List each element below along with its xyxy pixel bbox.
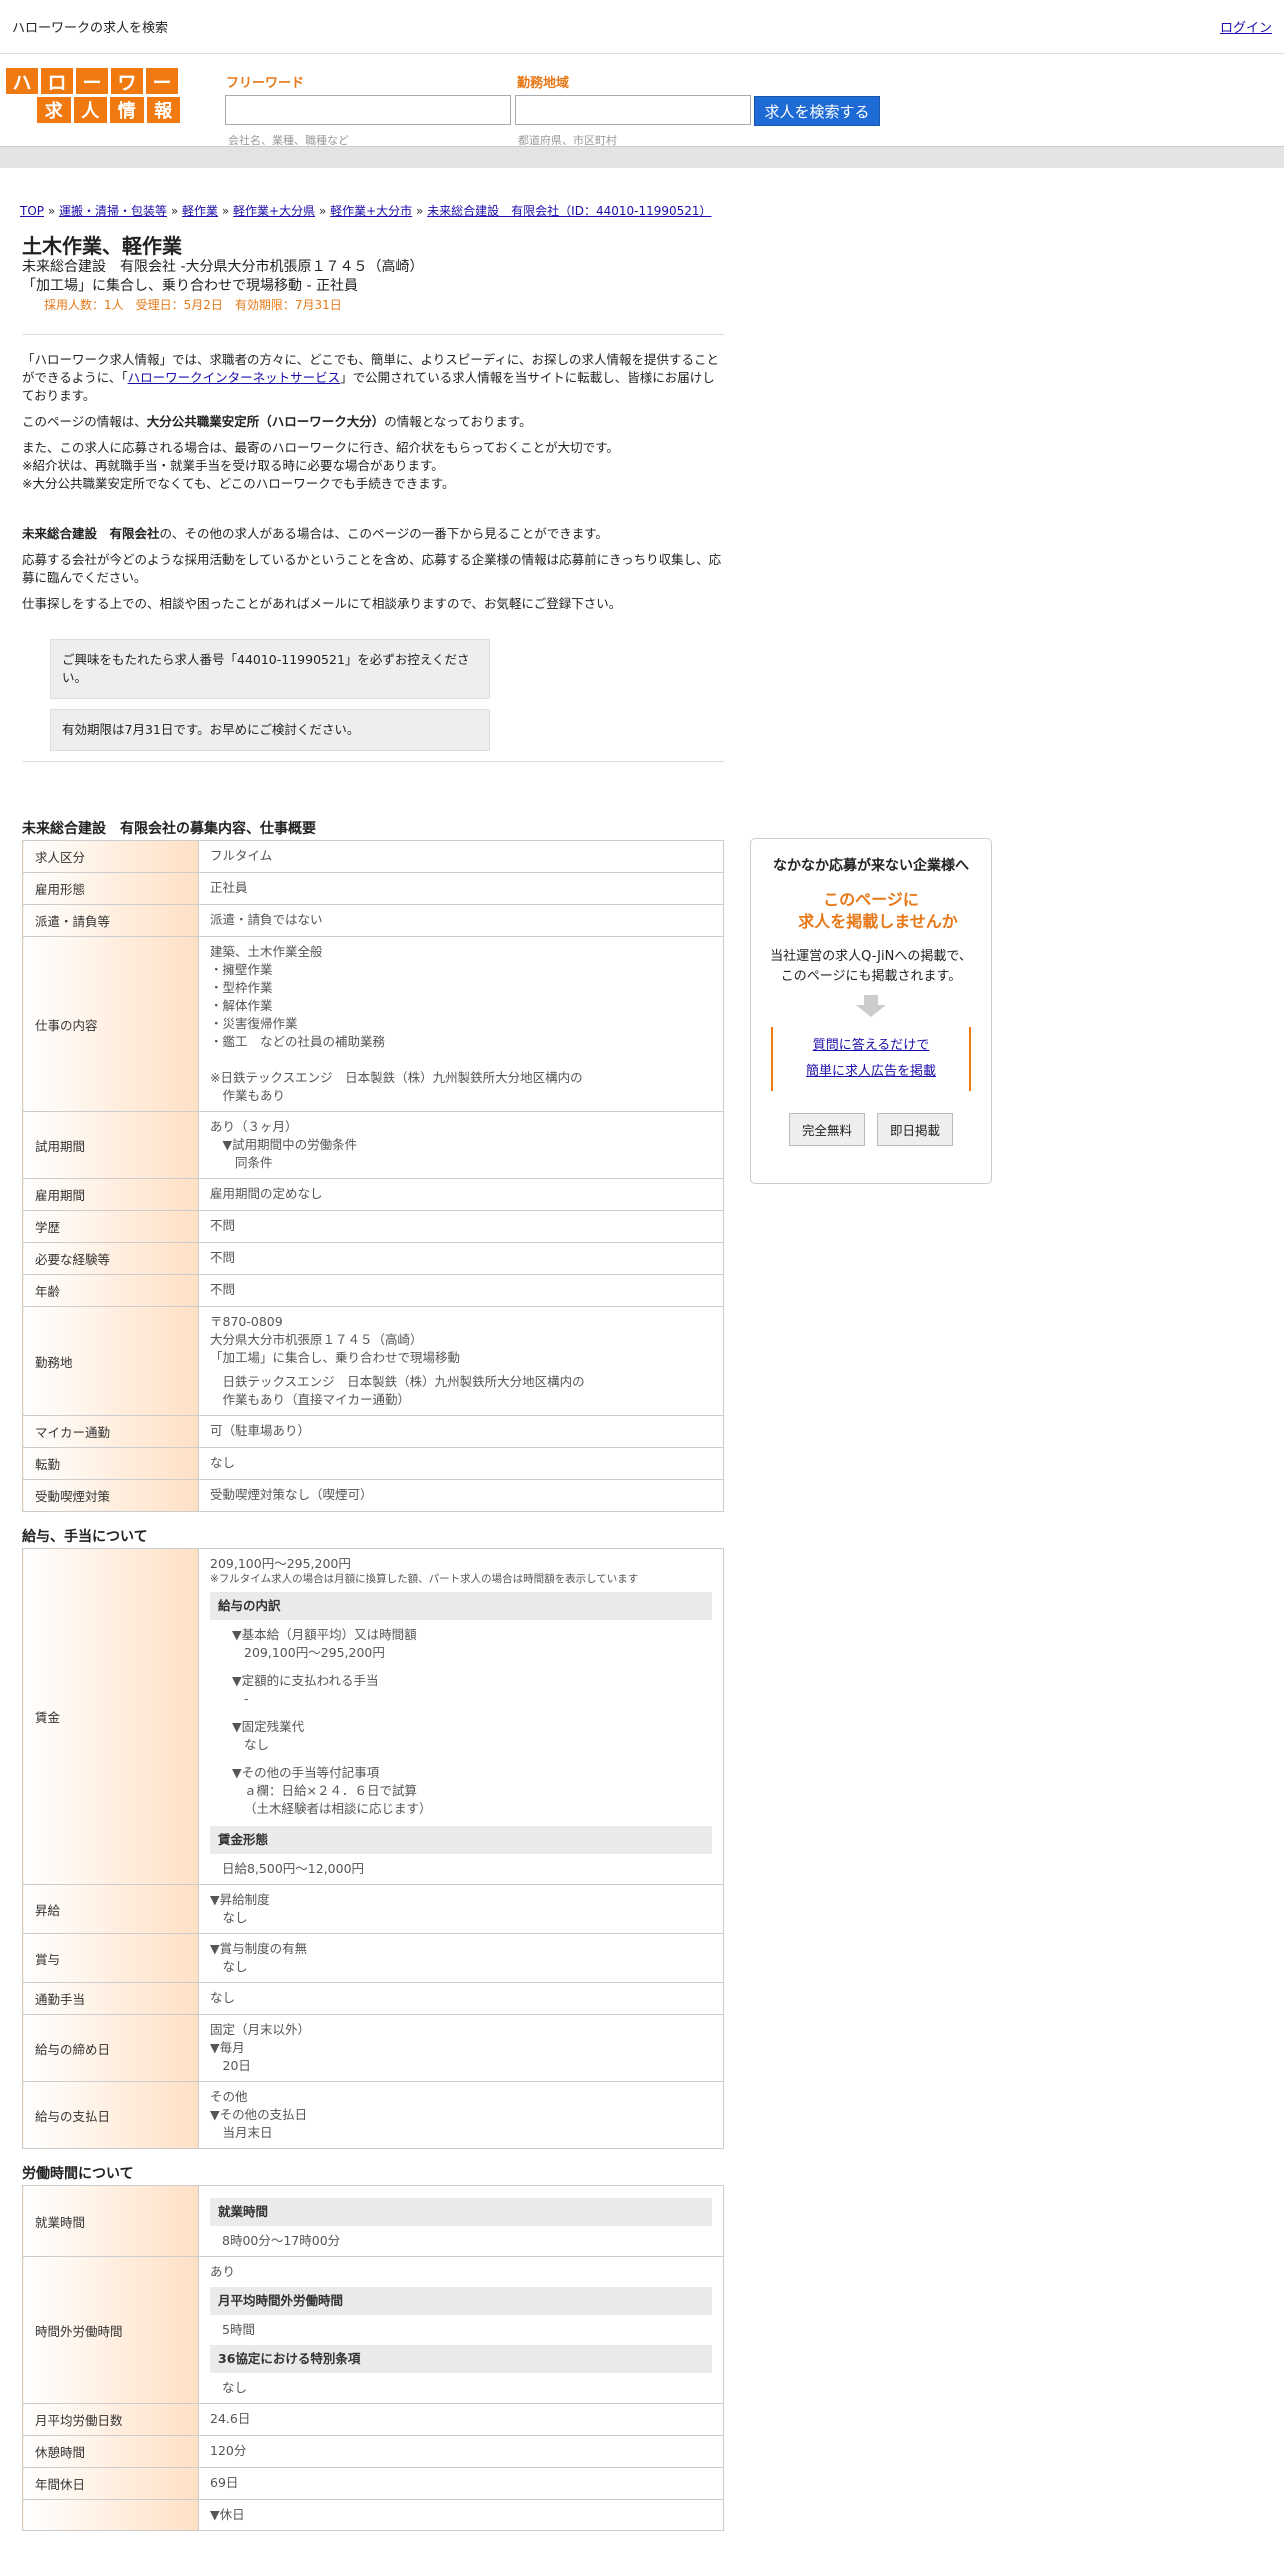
logo-char: ー	[76, 68, 108, 94]
hellowork-internet-link[interactable]: ハローワークインターネットサービス	[128, 370, 341, 385]
breadcrumb-prefecture[interactable]: 軽作業+大分県	[233, 204, 315, 218]
table-row: 就業時間 就業時間 8時00分〜17時00分	[22, 2185, 724, 2257]
job-subtitle: 「加工場」に集合し、乗り合わせで現場移動 - 正社員	[22, 278, 358, 294]
company-line: 未来総合建設 有限会社 -大分県大分市机張原１７４５（高崎）	[22, 259, 424, 275]
table-row: 給与の支払日 その他 ▼その他の支払日 当月末日	[22, 2081, 724, 2149]
area-label: 勤務地域	[517, 76, 570, 91]
table-row: 勤務地 〒870-0809 大分県大分市机張原１７４５（高崎） 「加工場」に集合し、乗…	[22, 1306, 724, 1416]
advertise-links: 質問に答えるだけで 簡単に求人広告を掲載	[771, 1027, 971, 1091]
logo-char: 求	[37, 97, 71, 123]
salary-table: 賃金 209,100円〜295,200円 ※フルタイム求人の場合は月額に換算した…	[22, 1548, 724, 2149]
breadcrumb-sep: »	[221, 204, 230, 218]
breadcrumb-sep: »	[47, 204, 56, 218]
table-row: 必要な経験等 不問	[22, 1242, 724, 1275]
table-row: 昇給 ▼昇給制度 なし	[22, 1884, 724, 1934]
breadcrumb-sep: »	[170, 204, 179, 218]
section-heading-overview: 未来総合建設 有限会社の募集内容、仕事概要	[22, 821, 316, 837]
table-row: 賃金 209,100円〜295,200円 ※フルタイム求人の場合は月額に換算した…	[22, 1548, 724, 1885]
advertise-headline: このページに 求人を掲載しませんか	[798, 890, 958, 931]
advertise-link-post[interactable]: 簡単に求人広告を掲載	[773, 1059, 969, 1085]
freeword-input[interactable]	[225, 95, 511, 125]
divider	[22, 761, 724, 762]
top-bar: ハローワークの求人を検索 ログイン	[0, 0, 1284, 54]
freeword-label: フリーワード	[226, 76, 305, 91]
notice-job-number: ご興味をもたれたら求人番号「44010-11990521」を必ずお控えください。	[50, 639, 490, 699]
logo-char: ロ	[41, 68, 73, 94]
table-row: ▼休日	[22, 2499, 724, 2531]
site-title: ハローワークの求人を検索	[12, 21, 169, 36]
breadcrumb-sep: »	[318, 204, 327, 218]
table-row: 賞与 ▼賞与制度の有無 なし	[22, 1933, 724, 1983]
table-row: 休憩時間 120分	[22, 2435, 724, 2468]
notice-expiry: 有効期限は7月31日です。お早めにご検討ください。	[50, 709, 490, 751]
breadcrumb-sep: »	[416, 204, 424, 218]
table-row: 通勤手当 なし	[22, 1982, 724, 2015]
advertise-desc: 当社運営の求人Q-JiNへの掲載で、 このページにも掲載されます。	[770, 949, 972, 984]
divider	[22, 334, 724, 335]
section-heading-hours: 労働時間について	[22, 2166, 134, 2182]
overview-table: 求人区分 フルタイム 雇用形態 正社員 派遣・請負等 派遣・請負ではない 仕事の内容建…	[22, 840, 724, 1512]
arrow-down-icon	[856, 995, 886, 1017]
job-title: 土木作業、軽作業	[22, 234, 182, 258]
table-row: 給与の締め日 固定（月末以外） ▼毎月 20日	[22, 2014, 724, 2082]
logo-char: ハ	[6, 68, 38, 94]
logo-char: 人	[73, 97, 107, 123]
section-heading-salary: 給与、手当について	[22, 1529, 148, 1545]
area-placeholder: 都道府県、市区町村	[518, 134, 617, 147]
table-row: 時間外労働時間 あり 月平均時間外労働時間 5時間 36協定における特別条項 なし	[22, 2256, 724, 2404]
advertise-box: なかなか応募が来ない企業様へ このページに 求人を掲載しませんか 当社運営の求人Q…	[750, 838, 992, 1184]
breadcrumb-occupation[interactable]: 軽作業	[182, 204, 218, 218]
divider-bar	[0, 146, 1284, 168]
table-row: 学歴 不問	[22, 1210, 724, 1243]
apply-paragraph: また、この求人に応募される場合は、最寄のハローワークに行き、紹介状をもらっておく…	[22, 440, 619, 491]
intro-paragraph: 「ハローワーク求人情報」では、求職者の方々に、どこでも、簡単に、よりスピーディに…	[22, 352, 720, 403]
table-row: 仕事の内容 建築、土木作業全般 ・擁壁作業 ・型枠作業 ・解体作業 ・災害復帰作業 ・鑑工 …	[22, 936, 724, 1112]
login-link[interactable]: ログイン	[1220, 17, 1272, 36]
table-row: 受動喫煙対策 受動喫煙対策なし（喫煙可）	[22, 1479, 724, 1512]
logo-char: ー	[146, 68, 178, 94]
table-row: 派遣・請負等 派遣・請負ではない	[22, 904, 724, 937]
advertise-buttons: 完全無料 即日掲載	[751, 1113, 991, 1146]
breadcrumb: TOP » 運搬・清掃・包装等 » 軽作業 » 軽作業+大分県 » 軽作業+大分…	[0, 168, 1284, 220]
breadcrumb-city[interactable]: 軽作業+大分市	[330, 204, 412, 218]
consult-paragraph: 仕事探しをする上での、相談や困ったことがあればメールにて相談承りますので、お気軽…	[22, 596, 622, 611]
table-row: 求人区分 フルタイム	[22, 840, 724, 873]
table-row: 月平均労働日数 24.6日	[22, 2403, 724, 2436]
table-row: マイカー通勤 可（駐車場あり）	[22, 1415, 724, 1448]
table-row: 転勤 なし	[22, 1447, 724, 1480]
breadcrumb-top[interactable]: TOP	[20, 204, 44, 218]
table-row: 年間休日 69日	[22, 2467, 724, 2500]
breadcrumb-category[interactable]: 運搬・清掃・包装等	[59, 204, 167, 218]
breadcrumb-company[interactable]: 未来総合建設 有限会社（ID：44010-11990521）	[427, 204, 711, 218]
free-button[interactable]: 完全無料	[788, 1113, 865, 1146]
logo-char: 報	[146, 97, 180, 123]
search-button[interactable]: 求人を検索する	[754, 96, 880, 126]
job-meta: 採用人数：1人 受理日：5月2日 有効期限：7月31日	[44, 298, 342, 312]
table-row: 雇用形態 正社員	[22, 872, 724, 905]
same-day-button[interactable]: 即日掲載	[877, 1113, 954, 1146]
advertise-link-question[interactable]: 質問に答えるだけで	[773, 1033, 969, 1059]
area-input[interactable]	[515, 95, 751, 125]
advice-paragraph: 応募する会社が今どのような採用活動をしているかということを含め、応募する企業様の…	[22, 552, 722, 585]
table-row: 年齢 不問	[22, 1274, 724, 1307]
table-row: 試用期間 あり（３ヶ月） ▼試用期間中の労働条件 同条件	[22, 1111, 724, 1179]
logo-char: ワ	[111, 68, 143, 94]
main-content: 土木作業、軽作業 未来総合建設 有限会社 -大分県大分市机張原１７４５（高崎） …	[22, 234, 724, 2531]
source-paragraph: このページの情報は、大分公共職業安定所（ハローワーク大分）の情報となっております…	[22, 414, 532, 429]
other-jobs-paragraph: 未来総合建設 有限会社の、その他の求人がある場合は、このページの一番下から見るこ…	[22, 526, 609, 541]
header: ハローワー 求人情報 フリーワード 会社名、業種、職種など 勤務地域 都道府県、…	[0, 54, 1284, 147]
logo-char: 情	[110, 97, 144, 123]
advertise-title: なかなか応募が来ない企業様へ	[773, 858, 969, 874]
site-logo[interactable]: ハローワー 求人情報	[6, 68, 180, 123]
freeword-placeholder: 会社名、業種、職種など	[228, 134, 349, 147]
hours-table: 就業時間 就業時間 8時00分〜17時00分 時間外労働時間 あり 月平均時間外労働時間…	[22, 2185, 724, 2531]
table-row: 雇用期間 雇用期間の定めなし	[22, 1178, 724, 1211]
